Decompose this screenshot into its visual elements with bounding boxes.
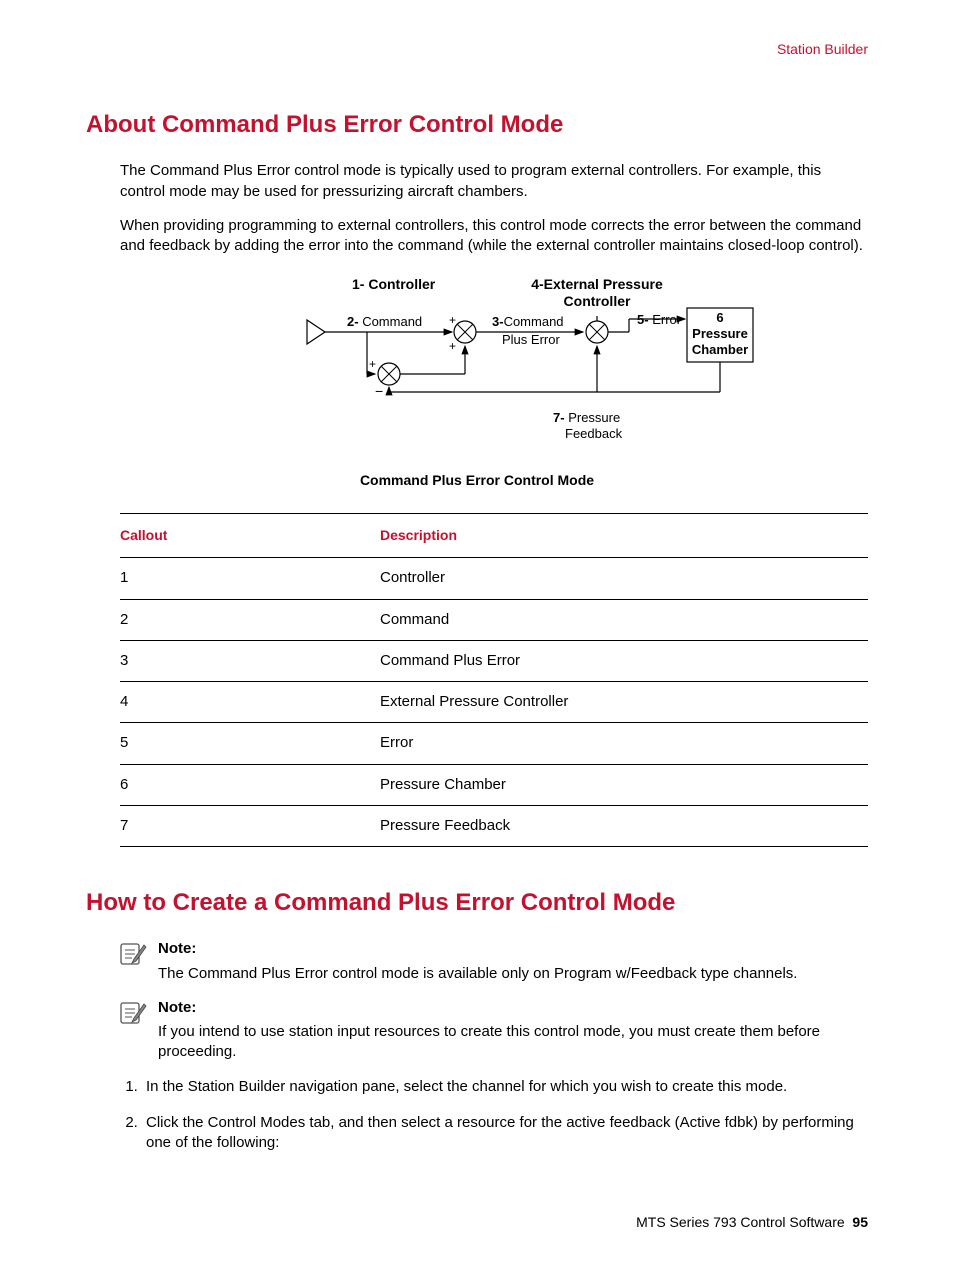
svg-text:Feedback: Feedback [565, 426, 623, 441]
note-block: Note: If you intend to use station input… [120, 998, 868, 1063]
step-item: In the Station Builder navigation pane, … [142, 1077, 868, 1097]
svg-text:7- Pressure: 7- Pressure [553, 410, 620, 425]
table-row: 2Command [120, 599, 868, 640]
svg-text:Plus Error: Plus Error [502, 332, 560, 347]
diagram-caption: Command Plus Error Control Mode [86, 471, 868, 490]
paragraph: When providing programming to external c… [120, 216, 868, 257]
note-text: The Command Plus Error control mode is a… [158, 965, 797, 982]
table-row: 1Controller [120, 558, 868, 599]
table-header-callout: Callout [120, 514, 380, 558]
svg-text:6: 6 [716, 310, 723, 325]
header-section: Station Builder [86, 40, 868, 59]
table-row: 6Pressure Chamber [120, 764, 868, 805]
step-item: Click the Control Modes tab, and then se… [142, 1113, 868, 1154]
note-block: Note: The Command Plus Error control mod… [120, 939, 868, 984]
svg-text:+: + [369, 357, 376, 371]
note-label: Note: [158, 939, 797, 959]
section-title-about: About Command Plus Error Control Mode [86, 109, 868, 141]
svg-text:−: − [375, 383, 383, 399]
note-label: Note: [158, 998, 868, 1018]
table-row: 4External Pressure Controller [120, 682, 868, 723]
note-text: If you intend to use station input resou… [158, 1023, 820, 1060]
steps-list: In the Station Builder navigation pane, … [120, 1077, 868, 1154]
table-header-description: Description [380, 514, 868, 558]
svg-text:Pressure: Pressure [692, 326, 748, 341]
svg-text:Chamber: Chamber [692, 342, 748, 357]
footer-page-number: 95 [852, 1214, 868, 1230]
svg-text:Controller: Controller [564, 293, 631, 309]
callout-table: Callout Description 1Controller 2Command… [120, 513, 868, 847]
note-icon [120, 941, 150, 973]
diagram: 1- Controller 4-External Pressure Contro… [86, 274, 868, 489]
table-row: 5Error [120, 723, 868, 764]
svg-text:1- Controller: 1- Controller [352, 276, 436, 292]
note-icon [120, 1000, 150, 1032]
paragraph: The Command Plus Error control mode is t… [120, 161, 868, 202]
svg-text:3-Command: 3-Command [492, 314, 564, 329]
table-row: 7Pressure Feedback [120, 805, 868, 846]
svg-text:+: + [449, 339, 456, 353]
table-row: 3Command Plus Error [120, 640, 868, 681]
page-footer: MTS Series 793 Control Software 95 [86, 1213, 868, 1232]
section-title-howto: How to Create a Command Plus Error Contr… [86, 887, 868, 919]
svg-text:+: + [449, 313, 456, 327]
svg-text:2- Command: 2- Command [347, 314, 422, 329]
footer-doc-title: MTS Series 793 Control Software [636, 1214, 845, 1230]
svg-text:4-External Pressure: 4-External Pressure [531, 276, 663, 292]
